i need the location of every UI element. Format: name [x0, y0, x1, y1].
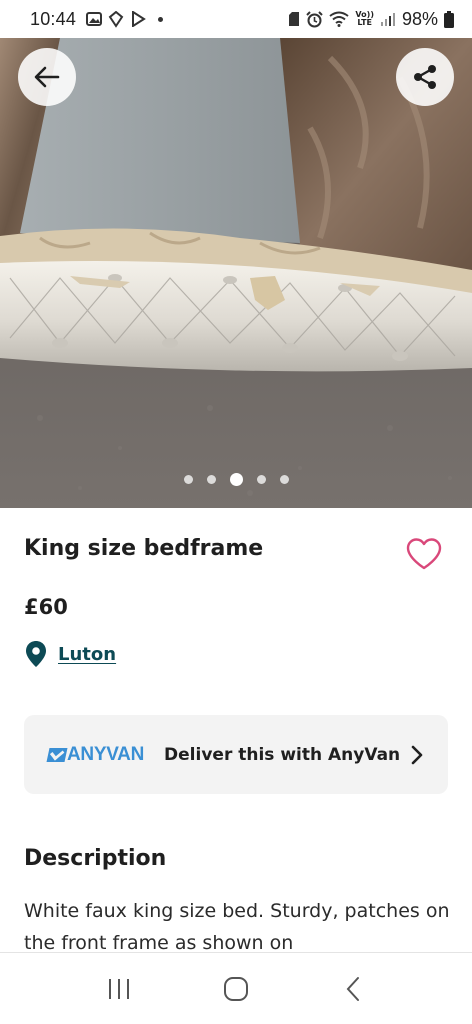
anyvan-logo: ANYVAN	[46, 744, 144, 766]
more-notifications-dot	[158, 16, 164, 22]
status-time: 10:44	[30, 8, 77, 29]
sim-icon	[289, 12, 300, 26]
back-button[interactable]	[18, 48, 76, 106]
heart-outline-icon	[406, 538, 442, 570]
signal-icon	[380, 13, 395, 26]
wifi-icon	[329, 11, 350, 27]
image-gallery[interactable]	[0, 38, 472, 508]
alarm-icon	[306, 10, 324, 27]
description-heading: Description	[24, 846, 167, 871]
gallery-dot[interactable]	[279, 475, 289, 484]
location-link[interactable]: Luton	[58, 644, 116, 665]
gallery-dot[interactable]	[206, 475, 216, 484]
recent-apps-button[interactable]	[94, 964, 144, 1014]
system-back-button[interactable]	[328, 964, 378, 1014]
chevron-right-icon	[411, 745, 423, 764]
gallery-dot-active[interactable]	[229, 473, 243, 486]
gallery-pagination	[0, 473, 472, 486]
play-store-icon	[132, 11, 146, 27]
anyvan-delivery-card[interactable]: ANYVAN Deliver this with AnyVan	[24, 715, 448, 794]
listing-title: King size bedframe	[24, 536, 264, 561]
home-button[interactable]	[211, 964, 261, 1014]
map-pin-icon	[26, 641, 46, 667]
gallery-dot[interactable]	[256, 475, 266, 484]
gallery-dot[interactable]	[183, 475, 193, 484]
recent-apps-icon	[108, 978, 129, 999]
anyvan-logo-mark-icon	[46, 747, 68, 762]
share-button[interactable]	[396, 48, 454, 106]
gallery-notification-icon	[86, 12, 103, 26]
location-notification-icon	[108, 10, 124, 28]
bedframe-photo	[0, 38, 472, 508]
favourite-button[interactable]	[405, 537, 443, 575]
system-navigation-bar	[0, 952, 472, 1024]
arrow-left-icon	[34, 66, 60, 88]
anyvan-delivery-text: Deliver this with AnyVan	[164, 744, 401, 765]
status-bar: 10:44 Vo)) LTE 98%	[0, 0, 472, 38]
chevron-left-icon	[346, 976, 360, 1001]
battery-percent: 98%	[401, 8, 438, 29]
lte-badge: Vo)) LTE	[355, 10, 374, 27]
listing-price: £60	[24, 595, 68, 619]
description-body: White faux king size bed. Sturdy, patche…	[24, 900, 450, 951]
battery-icon	[444, 10, 454, 28]
home-icon	[223, 976, 248, 1001]
share-icon	[414, 65, 436, 89]
location-row[interactable]: Luton	[24, 640, 116, 668]
